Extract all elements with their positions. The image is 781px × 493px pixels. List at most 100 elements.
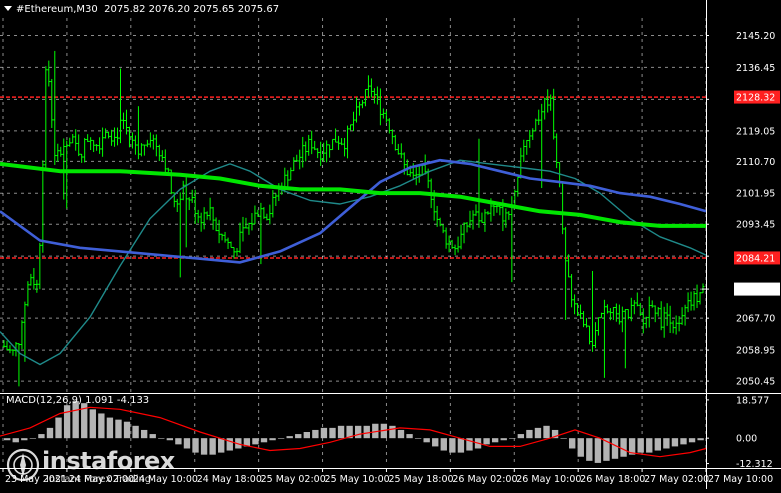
macd-histogram-bar bbox=[509, 438, 516, 439]
price-chart-svg[interactable]: 2145.202136.452127.702119.052110.702101.… bbox=[0, 0, 781, 489]
macd-histogram-bar bbox=[269, 438, 276, 441]
price-tick-label: 2145.20 bbox=[736, 31, 775, 42]
current-price-label: 2075.67 bbox=[736, 285, 775, 296]
chart-background bbox=[0, 0, 781, 489]
macd-tick-label: 18.577 bbox=[736, 395, 769, 406]
price-tick-label: 2067.70 bbox=[736, 314, 775, 325]
macd-histogram-bar bbox=[449, 438, 456, 453]
macd-histogram-bar bbox=[543, 425, 550, 439]
macd-histogram-bar bbox=[483, 438, 490, 445]
macd-histogram-bar bbox=[663, 438, 670, 449]
macd-histogram-bar bbox=[21, 438, 28, 441]
macd-histogram-bar bbox=[517, 434, 525, 439]
macd-histogram-bar bbox=[55, 417, 62, 439]
macd-histogram-bar bbox=[534, 427, 542, 439]
macd-histogram-bar bbox=[140, 429, 148, 439]
macd-histogram-bar bbox=[355, 425, 362, 439]
macd-histogram-bar bbox=[89, 409, 96, 439]
price-tick-label: 2119.05 bbox=[736, 126, 775, 137]
macd-histogram-bar bbox=[29, 438, 37, 439]
macd-histogram-bar bbox=[277, 438, 285, 439]
price-tick-label: 2050.45 bbox=[736, 377, 775, 388]
chart-header: #Ethereum,M30 2075.82 2076.20 2075.65 20… bbox=[2, 3, 279, 17]
macd-histogram-bar bbox=[63, 405, 71, 439]
ohlc-values: 2075.82 2076.20 2075.65 2075.67 bbox=[104, 4, 280, 15]
macd-tick-label: -12.312 bbox=[736, 459, 773, 470]
macd-histogram-bar bbox=[260, 438, 268, 443]
macd-histogram-bar bbox=[620, 438, 627, 457]
price-tick-label: 2058.95 bbox=[736, 346, 775, 357]
macd-histogram-bar bbox=[123, 421, 131, 439]
macd-histogram-bar bbox=[577, 438, 584, 457]
macd-histogram-bar bbox=[697, 438, 704, 441]
level-price-label: 2128.32 bbox=[736, 93, 775, 104]
macd-histogram-bar bbox=[680, 438, 687, 445]
macd-histogram-bar bbox=[526, 429, 533, 439]
chart-window: 2145.202136.452127.702119.052110.702101.… bbox=[0, 0, 781, 489]
macd-histogram-bar bbox=[586, 438, 593, 461]
macd-tick-label: 0.00 bbox=[736, 434, 757, 445]
macd-histogram-bar bbox=[406, 434, 413, 439]
macd-histogram-bar bbox=[218, 438, 225, 453]
macd-histogram-bar bbox=[252, 438, 259, 445]
time-tick-label: 26 May 10:00 bbox=[516, 474, 581, 485]
macd-histogram-bar bbox=[320, 427, 328, 439]
macd-histogram-bar bbox=[646, 438, 653, 453]
macd-histogram-bar bbox=[611, 438, 619, 459]
time-tick-label: 24 May 18:00 bbox=[197, 474, 262, 485]
macd-histogram-bar bbox=[688, 438, 696, 443]
macd-histogram-bar bbox=[303, 432, 310, 439]
time-tick-label: 27 May 10:00 bbox=[708, 474, 773, 485]
macd-histogram-bar bbox=[4, 438, 11, 441]
watermark-subtitle: Instant Forex Trading bbox=[46, 474, 152, 485]
macd-histogram-bar bbox=[432, 438, 439, 447]
macd-histogram-bar bbox=[175, 438, 182, 445]
macd-histogram-bar bbox=[295, 434, 302, 439]
price-tick-label: 2101.95 bbox=[736, 189, 775, 200]
instaforex-watermark: instaforex Instant Forex Trading bbox=[4, 446, 204, 486]
macd-histogram-bar bbox=[158, 438, 165, 439]
macd-histogram-bar bbox=[286, 436, 293, 439]
macd-histogram-bar bbox=[654, 438, 661, 451]
price-tick-label: 2136.45 bbox=[736, 63, 775, 74]
macd-histogram-bar bbox=[132, 425, 139, 439]
macd-histogram-bar bbox=[569, 438, 576, 449]
time-tick-label: 25 May 02:00 bbox=[261, 474, 326, 485]
macd-histogram-bar bbox=[98, 413, 105, 439]
macd-histogram-bar bbox=[337, 425, 345, 439]
instaforex-logo-icon bbox=[6, 448, 40, 482]
macd-histogram-bar bbox=[46, 427, 54, 439]
time-tick-label: 26 May 18:00 bbox=[580, 474, 645, 485]
macd-histogram-bar bbox=[115, 419, 122, 439]
time-tick-label: 27 May 02:00 bbox=[644, 474, 709, 485]
macd-histogram-bar bbox=[440, 438, 447, 451]
macd-histogram-bar bbox=[312, 429, 319, 439]
symbol-label: #Ethereum,M30 bbox=[16, 4, 98, 15]
macd-histogram-bar bbox=[389, 425, 396, 439]
macd-histogram-bar bbox=[363, 425, 370, 439]
macd-histogram-bar bbox=[423, 438, 430, 443]
time-tick-label: 25 May 10:00 bbox=[325, 474, 390, 485]
macd-histogram-bar bbox=[560, 438, 567, 439]
watermark-brand: instaforex bbox=[42, 447, 175, 475]
macd-histogram-bar bbox=[671, 438, 679, 447]
macd-histogram-bar bbox=[106, 417, 114, 439]
macd-histogram-bar bbox=[149, 434, 156, 439]
dropdown-triangle-icon[interactable] bbox=[4, 6, 12, 11]
macd-histogram-bar bbox=[491, 438, 499, 443]
macd-histogram-bar bbox=[414, 438, 422, 439]
level-price-label: 2084.21 bbox=[736, 253, 775, 264]
macd-histogram-bar bbox=[500, 438, 507, 441]
price-tick-label: 2110.70 bbox=[736, 157, 775, 168]
price-tick-label: 2093.45 bbox=[736, 220, 775, 231]
macd-histogram-bar bbox=[166, 438, 174, 441]
macd-histogram-bar bbox=[209, 438, 216, 455]
macd-histogram-bar bbox=[637, 438, 644, 453]
time-tick-label: 25 May 18:00 bbox=[388, 474, 453, 485]
macd-histogram-bar bbox=[457, 438, 465, 453]
macd-histogram-bar bbox=[329, 427, 336, 439]
macd-label: MACD(12,26,9) 1.091 -4.133 bbox=[6, 395, 150, 406]
macd-histogram-bar bbox=[38, 434, 45, 439]
time-tick-label: 26 May 02:00 bbox=[452, 474, 517, 485]
macd-histogram-bar bbox=[12, 438, 19, 443]
